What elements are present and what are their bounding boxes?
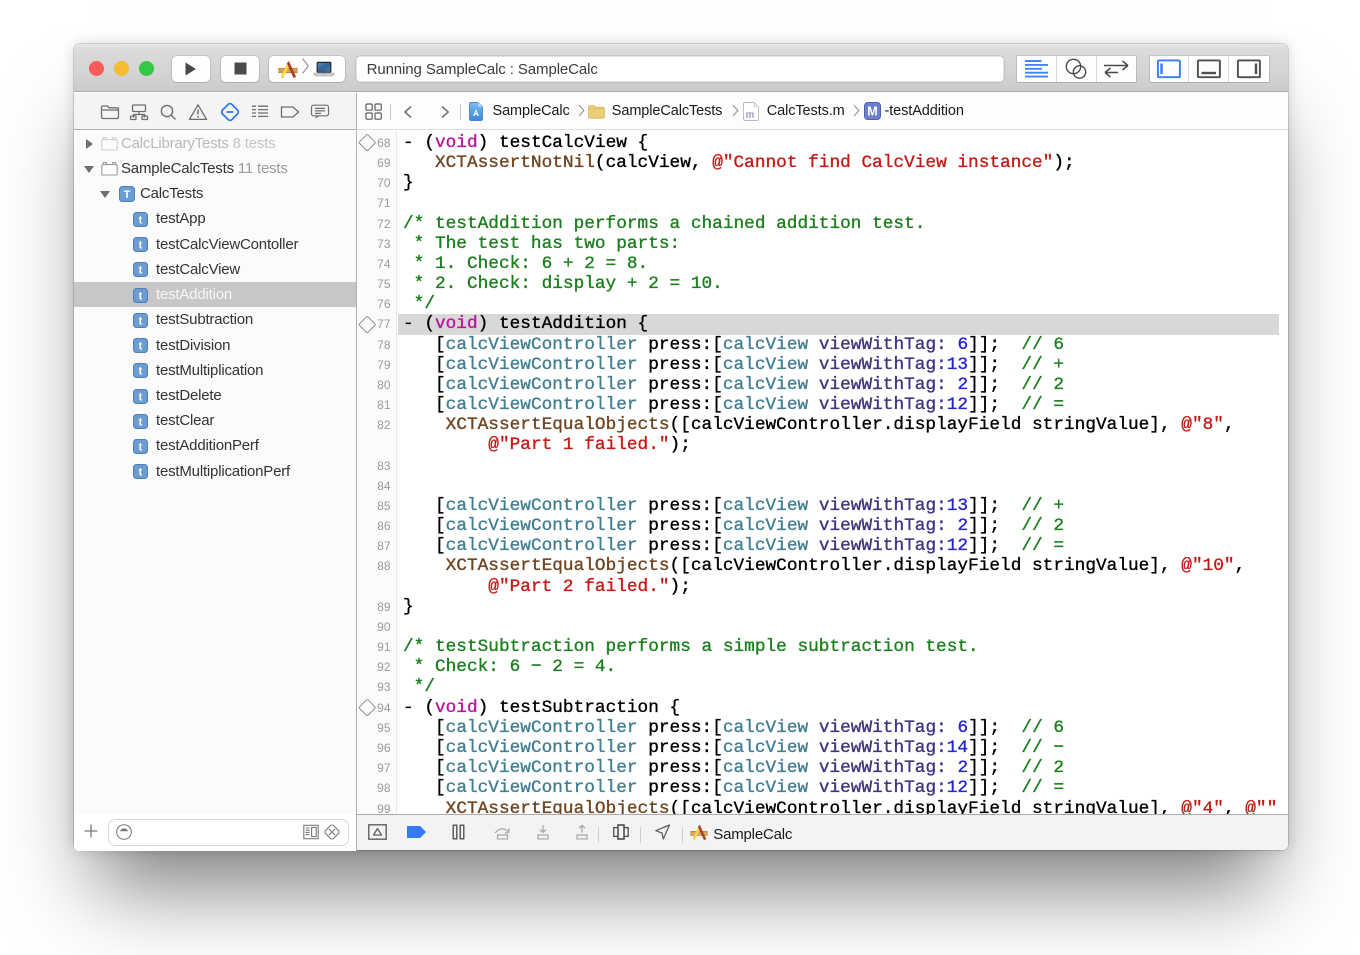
svg-text:t: t (139, 391, 143, 403)
svg-text:T: T (124, 189, 131, 201)
svg-text:t: t (139, 265, 143, 277)
svg-text:m: m (746, 108, 755, 120)
svg-text:t: t (139, 214, 143, 226)
svg-text:t: t (139, 315, 143, 327)
svg-text:M: M (867, 105, 877, 119)
svg-text:t: t (139, 441, 143, 453)
svg-text:t: t (139, 416, 143, 428)
svg-text:t: t (139, 290, 143, 302)
svg-text:t: t (139, 341, 143, 353)
svg-text:t: t (139, 366, 143, 378)
svg-text:t: t (139, 240, 143, 252)
svg-text:t: t (139, 467, 143, 479)
